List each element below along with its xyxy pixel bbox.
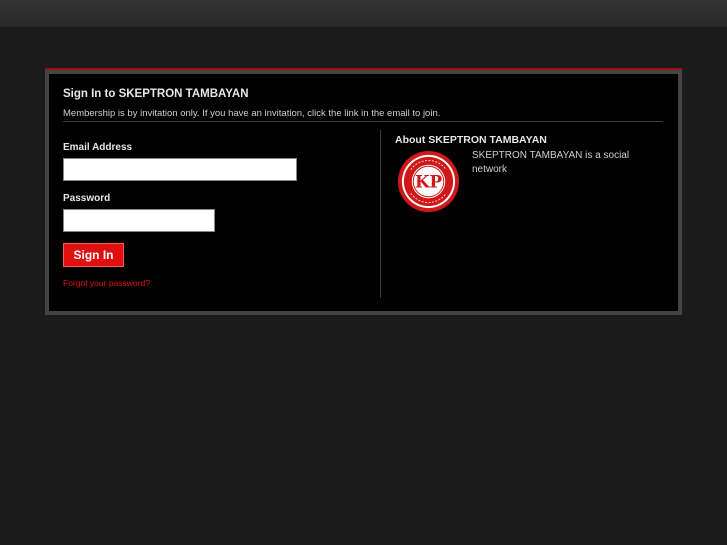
email-label: Email Address [63,142,133,153]
column-divider [380,130,381,298]
network-logo-icon: KΡ [397,150,460,213]
page-subtitle: Membership is by invitation only. If you… [63,108,441,119]
svg-text:KΡ: KΡ [415,171,443,191]
about-description: SKEPTRON TAMBAYAN is a social network [472,150,630,175]
page-title: Sign In to SKEPTRON TAMBAYAN [63,88,249,100]
signin-panel-inner: Sign In to SKEPTRON TAMBAYAN Membership … [49,74,678,311]
forgot-password-link[interactable]: Forgot your password? [63,278,150,288]
about-title: About SKEPTRON TAMBAYAN [395,134,547,146]
password-label: Password [63,193,111,204]
header-divider [63,121,663,122]
password-field[interactable] [63,209,215,232]
signin-panel: Sign In to SKEPTRON TAMBAYAN Membership … [45,68,682,315]
sign-in-button[interactable]: Sign In [63,243,124,267]
email-field[interactable] [63,158,297,181]
top-bar [0,0,727,27]
